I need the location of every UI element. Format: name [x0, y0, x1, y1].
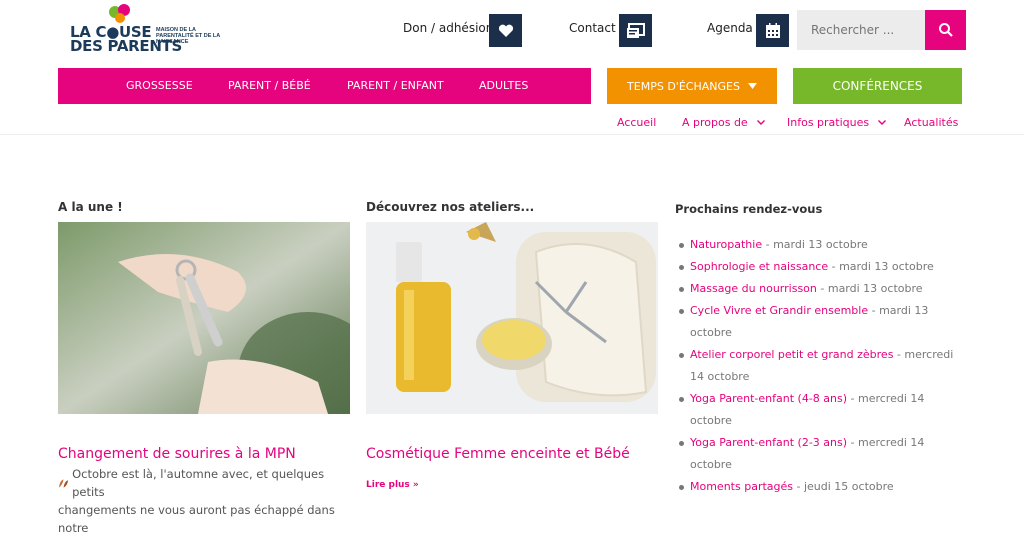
list-item: Yoga Parent-enfant (4-8 ans) - mercredi …: [678, 388, 968, 432]
list-item: Yoga Parent-enfant (2-3 ans) - mercredi …: [678, 432, 968, 476]
rdv-heading: Prochains rendez-vous: [675, 202, 823, 216]
event-link[interactable]: Atelier corporel petit et grand zèbres: [690, 348, 893, 361]
nav-item-parent-enfant[interactable]: PARENT / ENFANT: [347, 68, 444, 104]
read-more-link[interactable]: Lire plus »: [366, 480, 419, 490]
subnav-accueil[interactable]: Accueil: [617, 116, 656, 129]
list-item: Massage du nourrisson - mardi 13 octobre: [678, 278, 968, 300]
search-icon: [938, 23, 953, 37]
main-nav: GROSSESSE PARENT / BÉBÉ PARENT / ENFANT …: [58, 68, 591, 104]
event-date: - mardi 13 octobre: [828, 260, 934, 273]
event-link[interactable]: Sophrologie et naissance: [690, 260, 828, 273]
une-excerpt-line2: changements ne vous auront pas échappé d…: [58, 503, 335, 535]
une-excerpt: Octobre est là, l'automne avec, et quelq…: [58, 465, 338, 537]
don-link[interactable]: Don / adhésion: [403, 21, 493, 35]
subnav-a-propos[interactable]: A propos de: [682, 116, 765, 129]
list-item: Atelier corporel petit et grand zèbres -…: [678, 344, 968, 388]
contact-card-icon[interactable]: [619, 14, 652, 47]
une-excerpt-line1: Octobre est là, l'automne avec, et quelq…: [72, 467, 325, 499]
contact-link[interactable]: Contact: [569, 21, 616, 35]
event-link[interactable]: Yoga Parent-enfant (2-3 ans): [690, 436, 847, 449]
subnav-infos-label: Infos pratiques: [787, 116, 870, 129]
nav-conferences[interactable]: CONFÉRENCES: [793, 68, 962, 104]
list-item: Cycle Vivre et Grandir ensemble - mardi …: [678, 300, 968, 344]
nav-temps-echanges[interactable]: TEMPS D'ÉCHANGES: [607, 68, 777, 104]
events-list: Naturopathie - mardi 13 octobre Sophrolo…: [678, 234, 968, 498]
event-date: - jeudi 15 octobre: [793, 480, 894, 493]
nav-item-grossesse[interactable]: GROSSESSE: [126, 68, 193, 104]
event-link[interactable]: Moments partagés: [690, 480, 793, 493]
nav-item-parent-bebe[interactable]: PARENT / BÉBÉ: [228, 68, 311, 104]
event-link[interactable]: Cycle Vivre et Grandir ensemble: [690, 304, 868, 317]
heart-icon[interactable]: [489, 14, 522, 47]
logo-subtitle: MAISON DE LA PARENTALITÉ ET DE LA NAISSA…: [156, 27, 221, 45]
nav-temps-label: TEMPS D'ÉCHANGES: [627, 79, 740, 93]
leaves-emoji-icon: [58, 478, 69, 488]
nav-item-adultes[interactable]: ADULTES: [479, 68, 528, 104]
calendar-icon[interactable]: [756, 14, 789, 47]
une-post-title[interactable]: Changement de sourires à la MPN: [58, 446, 296, 462]
subnav-actualites[interactable]: Actualités: [904, 116, 958, 129]
list-item: Naturopathie - mardi 13 octobre: [678, 234, 968, 256]
subnav-a-propos-label: A propos de: [682, 116, 748, 129]
search-input[interactable]: [797, 10, 921, 50]
event-link[interactable]: Naturopathie: [690, 238, 762, 251]
search-button[interactable]: [925, 10, 966, 50]
event-date: - mardi 13 octobre: [816, 282, 923, 295]
une-heading: A la une !: [58, 200, 123, 214]
keys-photo[interactable]: [58, 222, 350, 414]
header-divider: [0, 134, 1024, 135]
nav-conferences-label: CONFÉRENCES: [832, 79, 923, 93]
list-item: Sophrologie et naissance - mardi 13 octo…: [678, 256, 968, 278]
event-link[interactable]: Massage du nourrisson: [690, 282, 817, 295]
site-logo[interactable]: LA C●USE DES PARENTS MAISON DE LA PARENT…: [70, 4, 220, 54]
chevron-down-icon: [878, 120, 887, 125]
search-field[interactable]: [797, 10, 925, 50]
ateliers-post-title[interactable]: Cosmétique Femme enceinte et Bébé: [366, 446, 630, 462]
chevron-down-icon: [756, 120, 765, 125]
subnav-infos[interactable]: Infos pratiques: [787, 116, 887, 129]
ateliers-heading: Découvrez nos ateliers...: [366, 200, 535, 214]
event-date: - mardi 13 octobre: [762, 238, 868, 251]
caret-down-icon: [747, 83, 757, 89]
event-link[interactable]: Yoga Parent-enfant (4-8 ans): [690, 392, 847, 405]
cosmetics-photo[interactable]: [366, 222, 658, 414]
agenda-link[interactable]: Agenda: [707, 21, 753, 35]
list-item: Moments partagés - jeudi 15 octobre: [678, 476, 968, 498]
